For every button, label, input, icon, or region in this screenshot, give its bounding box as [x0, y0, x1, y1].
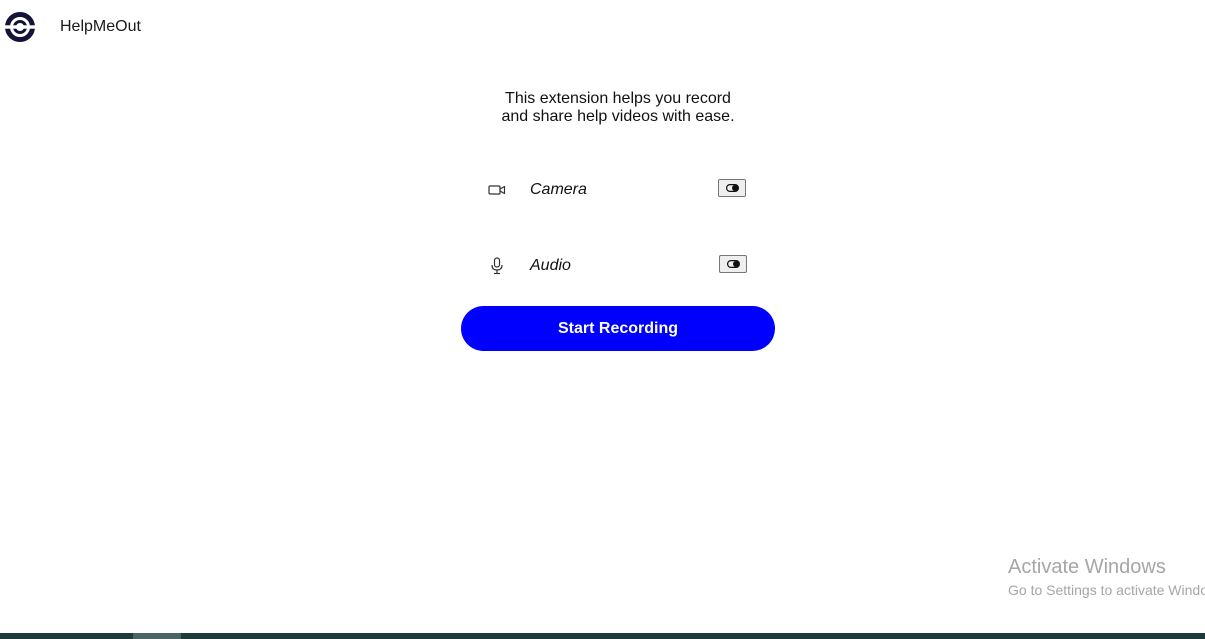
camera-option-row: Camera [480, 177, 760, 207]
taskbar [0, 633, 1205, 639]
camera-label: Camera [530, 181, 587, 198]
microphone-icon [491, 257, 503, 275]
toggle-off-icon [727, 260, 740, 268]
description-line-2: and share help videos with ease. [501, 108, 735, 125]
activate-windows-watermark: Activate Windows Go to Settings to activ… [1008, 556, 1205, 598]
header: HelpMeOut [5, 12, 141, 42]
taskbar-item[interactable] [133, 633, 181, 639]
audio-option-row: Audio [480, 253, 760, 283]
helpmeout-logo-icon [5, 12, 35, 42]
extension-description: This extension helps you record and shar… [0, 90, 1205, 126]
video-camera-icon [488, 185, 506, 195]
toggle-off-icon [726, 184, 739, 192]
camera-toggle[interactable] [718, 179, 746, 197]
watermark-subtitle: Go to Settings to activate Windows. [1008, 582, 1205, 598]
app-name: HelpMeOut [60, 18, 141, 35]
start-recording-button[interactable]: Start Recording [461, 306, 775, 351]
description-line-1: This extension helps you record [505, 90, 731, 107]
watermark-title: Activate Windows [1008, 556, 1166, 578]
popup-page: HelpMeOut This extension helps you recor… [0, 0, 1205, 639]
audio-label: Audio [530, 257, 571, 274]
audio-toggle[interactable] [719, 255, 747, 273]
